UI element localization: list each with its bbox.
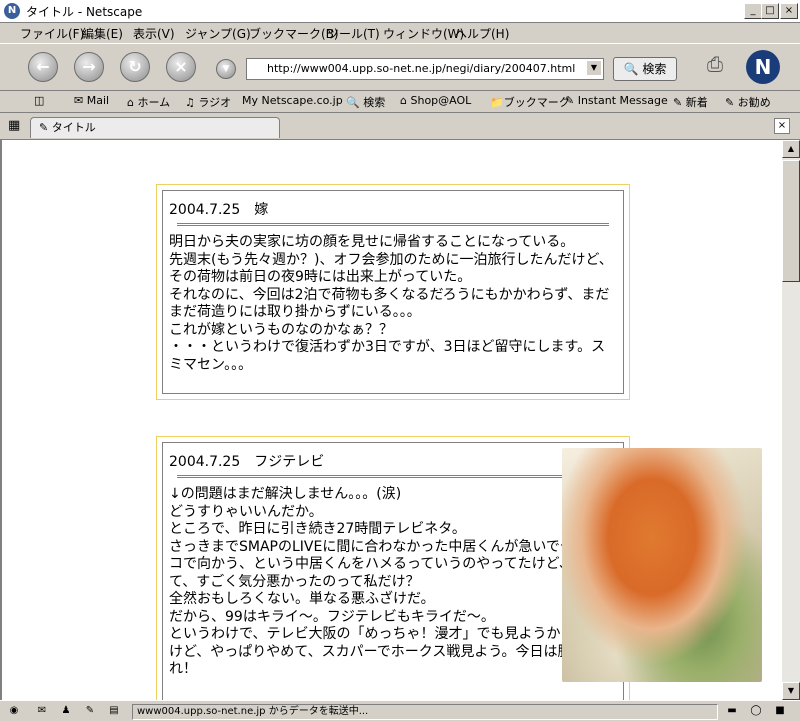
url-input[interactable] — [247, 59, 597, 77]
tab-bar: ▦ ✎ タイトル × — [0, 113, 800, 140]
vertical-scrollbar[interactable]: ▲ ▼ — [782, 140, 800, 700]
mail-icon: ✉ — [74, 94, 84, 107]
menu-edit[interactable]: 編集(E) — [82, 25, 123, 42]
minimize-button[interactable]: _ — [744, 3, 762, 19]
menu-bookmarks[interactable]: ブックマーク(B) — [249, 25, 339, 42]
menu-view[interactable]: 表示(V) — [133, 25, 175, 42]
my-icon: My — [242, 94, 259, 107]
folder-icon: 📁 — [490, 96, 504, 109]
status-text: www004.upp.so-net.ne.jp からデータを転送中... — [132, 704, 718, 720]
menu-window[interactable]: ウィンドウ(W) — [383, 25, 464, 42]
menu-bar: ファイル(F) 編集(E) 表示(V) ジャンプ(G) ブックマーク(B) ツー… — [0, 22, 800, 42]
bookmark-icon: ✎ — [565, 94, 575, 107]
close-tab-button[interactable]: × — [774, 118, 790, 134]
shop-link[interactable]: ⌂ Shop@AOL — [400, 94, 471, 107]
close-button[interactable]: × — [780, 3, 798, 19]
menu-tools[interactable]: ツール(T) — [327, 25, 380, 42]
netscape-throbber-icon[interactable]: N — [746, 50, 780, 84]
history-dropdown-button[interactable]: ▼ — [216, 59, 236, 79]
netscape-link[interactable]: My Netscape.co.jp — [242, 94, 343, 107]
print-icon[interactable]: ⎙ — [700, 52, 730, 80]
headphones-icon: ♫ — [185, 96, 195, 109]
back-arrow-icon: ← — [36, 57, 50, 76]
reload-icon: ↻ — [128, 57, 142, 76]
security-icon: ◯ — [750, 705, 762, 716]
window-title: タイトル - Netscape — [26, 5, 143, 19]
aim-icon[interactable]: ♟ — [58, 704, 74, 718]
title-bar: N タイトル - Netscape _ □ × — [0, 0, 800, 23]
sidebar-toggle-icon[interactable]: ▦ — [8, 118, 20, 133]
back-button[interactable]: ← — [28, 52, 58, 82]
mail-link[interactable]: ✉ Mail — [74, 94, 109, 107]
url-bar[interactable]: ▼ — [246, 58, 604, 80]
entry-title: 2004.7.25 フジテレビ — [169, 454, 325, 470]
bookmark-icon: ✎ — [673, 96, 683, 109]
connection-icon: ▬ — [727, 705, 737, 716]
entry-frame: 2004.7.25 嫁 明日から夫の実家に坊の顔を見せに帰省することになっている… — [162, 190, 624, 394]
entry-title: 2004.7.25 嫁 — [169, 202, 269, 218]
stop-button[interactable]: × — [166, 52, 196, 82]
home-icon: ⌂ — [127, 96, 134, 109]
entry-frame: 2004.7.25 フジテレビ ↓の問題はまだ解決しません。。。(涙) どうすり… — [162, 442, 624, 700]
instant-message-link[interactable]: ✎ Instant Message — [565, 94, 668, 107]
page-icon: ✎ — [39, 121, 49, 134]
menu-go[interactable]: ジャンプ(G) — [185, 25, 251, 42]
maximize-button[interactable]: □ — [761, 3, 779, 19]
diary-entry: 2004.7.25 嫁 明日から夫の実家に坊の顔を見せに帰省することになっている… — [156, 184, 630, 400]
netscape-logo-icon: N — [4, 3, 20, 19]
chevron-down-icon: ▼ — [222, 64, 230, 74]
search-button[interactable]: 🔍 検索 — [613, 57, 677, 81]
tab-current[interactable]: ✎ タイトル — [30, 117, 280, 138]
recommend-link[interactable]: ✎ お勧め — [725, 94, 771, 110]
stop-icon: × — [174, 57, 188, 76]
mail-icon[interactable]: ✉ — [34, 704, 50, 718]
scroll-down-icon[interactable]: ▼ — [782, 682, 800, 700]
forward-arrow-icon: → — [82, 57, 96, 76]
tabs-icon[interactable]: ◫ — [34, 94, 44, 107]
personal-toolbar: ◫ ✉ Mail ⌂ ホーム ♫ ラジオ My Netscape.co.jp 🔍… — [0, 90, 800, 113]
url-dropdown-icon[interactable]: ▼ — [587, 61, 601, 75]
navigation-toolbar: ← → ↻ × ▼ ▼ 🔍 検索 ⎙ N — [0, 43, 800, 91]
bookmark-icon: ✎ — [725, 96, 735, 109]
tea-glass-photo — [562, 448, 762, 682]
entry-divider — [177, 475, 609, 478]
address-book-icon[interactable]: ▤ — [106, 704, 122, 718]
search-button-label: 検索 — [642, 62, 667, 76]
forward-button[interactable]: → — [74, 52, 104, 82]
search-link[interactable]: 🔍 検索 — [346, 94, 385, 110]
entry-body: ↓の問題はまだ解決しません。。。(涙) どうすりゃいいんだか。 ところで、昨日に… — [169, 486, 617, 677]
composer-icon[interactable]: ✎ — [82, 704, 98, 718]
page-content: 2004.7.25 嫁 明日から夫の実家に坊の顔を見せに帰省することになっている… — [0, 140, 782, 700]
entry-divider — [177, 223, 609, 226]
magnifier-icon: 🔍 — [623, 62, 639, 76]
menu-file[interactable]: ファイル(F) — [20, 25, 84, 42]
search-icon: 🔍 — [346, 96, 360, 109]
shop-icon: ⌂ — [400, 94, 407, 107]
lock-icon: ■ — [775, 705, 785, 716]
tab-label: タイトル — [51, 121, 96, 134]
netscape-icon[interactable]: ◉ — [6, 704, 22, 718]
reload-button[interactable]: ↻ — [120, 52, 150, 82]
new-link[interactable]: ✎ 新着 — [673, 94, 708, 110]
entry-body: 明日から夫の実家に坊の顔を見せに帰省することになっている。 先週末(もう先々週か… — [169, 234, 613, 373]
scroll-thumb[interactable] — [782, 160, 800, 282]
radio-link[interactable]: ♫ ラジオ — [185, 94, 231, 110]
bookmarks-link[interactable]: 📁ブックマーク — [490, 94, 570, 110]
diary-entry: 2004.7.25 フジテレビ ↓の問題はまだ解決しません。。。(涙) どうすり… — [156, 436, 630, 700]
scroll-up-icon[interactable]: ▲ — [782, 140, 800, 158]
menu-help[interactable]: ヘルプ(H) — [455, 25, 509, 42]
status-bar: ◉ ✉ ♟ ✎ ▤ www004.upp.so-net.ne.jp からデータを… — [0, 700, 800, 721]
home-link[interactable]: ⌂ ホーム — [127, 94, 170, 110]
